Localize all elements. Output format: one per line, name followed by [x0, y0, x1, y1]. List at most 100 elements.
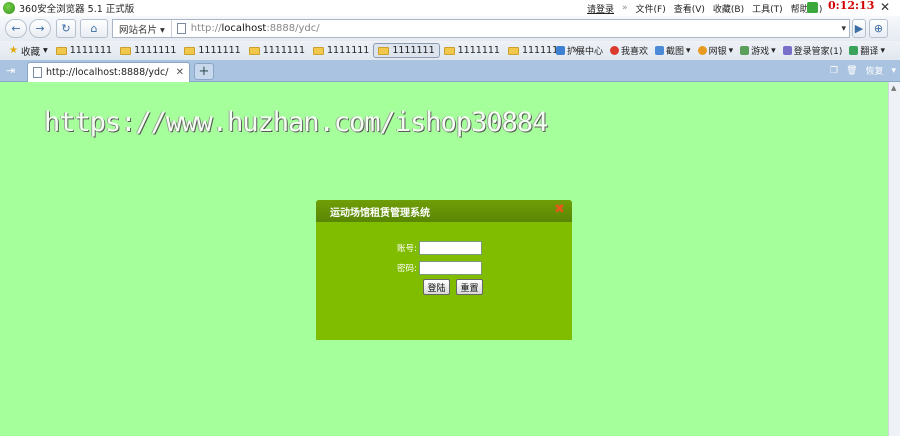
dialog-title: 运动场馆租赁管理系统 — [330, 207, 430, 219]
chevron-down-icon: ▾ — [686, 45, 691, 56]
skin-shirt-icon[interactable] — [807, 2, 818, 13]
address-bar[interactable]: 网站名片 ▾ http://localhost:8888/ydc/ ▾ — [112, 19, 850, 38]
navigation-bar: ← → ↻ ⌂ 网站名片 ▾ http://localhost:8888/ydc… — [0, 16, 900, 41]
bookmark-item[interactable]: 1111111 — [245, 44, 309, 57]
page-icon — [176, 23, 186, 34]
folder-icon — [313, 46, 325, 55]
chevron-down-icon[interactable]: ▾ — [892, 66, 897, 76]
back-button[interactable]: ← — [5, 19, 27, 38]
tab-title: http://localhost:8888/ydc/ — [46, 67, 169, 78]
chevron-down-icon: ▾ — [42, 45, 48, 56]
bookmark-item-active[interactable]: 1111111 — [373, 43, 440, 58]
go-button[interactable]: ▶ — [852, 19, 866, 38]
login-link[interactable]: 请登录 — [587, 2, 614, 15]
reset-button[interactable]: 重置 — [456, 279, 483, 295]
trash-icon[interactable]: 🗑 — [846, 66, 857, 76]
scissors-icon — [655, 46, 665, 55]
login-manager-label: 登录管家(1) — [793, 47, 843, 57]
title-bar: 360安全浏览器 5.1 正式版 请登录 » 文件(F) 查看(V) 收藏(B)… — [0, 0, 900, 16]
bookmark-item[interactable]: 1111111 — [309, 44, 373, 57]
bookmark-label: 1111111 — [69, 45, 113, 56]
tab-bar-tools: ❐ 🗑 恢复 ▾ — [830, 64, 897, 78]
menu-more-icon[interactable]: » — [622, 3, 628, 13]
bookmark-label: 1111111 — [457, 45, 500, 56]
window-title: 360安全浏览器 5.1 正式版 — [19, 4, 135, 15]
folder-icon — [378, 46, 390, 55]
watermark-text: https://www.huzhan.com/ishop30884 — [44, 107, 548, 138]
bookmark-item[interactable]: 1111111 — [180, 44, 244, 57]
menu-view[interactable]: 查看(V) — [674, 2, 705, 15]
forward-button[interactable]: → — [29, 19, 51, 38]
url-dropdown-icon[interactable]: ▾ — [841, 24, 846, 34]
url-host: localhost — [221, 23, 267, 34]
chevron-down-icon: ▾ — [771, 45, 776, 56]
online-banking-button[interactable]: 网银 ▾ — [697, 44, 734, 57]
chevron-down-icon: ▾ — [728, 45, 734, 56]
login-manager-button[interactable]: 登录管家(1) — [782, 44, 843, 57]
password-row: 密码: — [397, 261, 482, 275]
home-button[interactable]: ⌂ — [80, 19, 108, 38]
login-dialog-header: 运动场馆租赁管理系统 ✖ — [316, 200, 572, 222]
bookmark-item[interactable]: 1111111 — [52, 44, 116, 57]
bookmark-label: 1111111 — [327, 45, 370, 56]
bookmark-label: 1111111 — [198, 45, 241, 56]
url-path: :8888/ydc/ — [266, 23, 320, 34]
bookmark-label: 1111111 — [392, 45, 435, 56]
window-restore-icon[interactable]: ❐ — [830, 66, 838, 76]
menu-tools[interactable]: 工具(T) — [752, 2, 783, 15]
close-window-button[interactable]: ✕ — [880, 0, 890, 14]
tab-localhost[interactable]: http://localhost:8888/ydc/ ✕ — [27, 62, 190, 82]
menu-favorites[interactable]: 收藏(B) — [713, 2, 744, 15]
menu-file[interactable]: 文件(F) — [636, 2, 666, 15]
scroll-up-icon[interactable]: ▲ — [891, 84, 896, 92]
bookmark-item[interactable]: 1111111 — [116, 44, 180, 57]
clock-overlay: 0:12:13 — [828, 0, 875, 12]
key-icon — [782, 46, 792, 55]
games-button[interactable]: 游戏 ▾ — [740, 44, 776, 57]
favorites-label: 收藏 — [20, 46, 40, 58]
folder-icon — [443, 46, 455, 55]
bookmark-item[interactable]: 1111111 — [440, 44, 504, 57]
like-button[interactable]: 我喜欢 — [610, 44, 648, 57]
vertical-scrollbar[interactable]: ▲ — [888, 82, 900, 436]
folder-icon — [507, 46, 519, 55]
password-input[interactable] — [418, 261, 482, 275]
menu-bar: 请登录 » 文件(F) 查看(V) 收藏(B) 工具(T) 帮助(H) — [587, 0, 822, 16]
new-tab-button[interactable]: + — [194, 63, 214, 80]
screenshot-button[interactable]: 截图 ▾ — [655, 44, 691, 57]
tab-close-icon[interactable]: ✕ — [176, 67, 184, 78]
extension-center-button[interactable]: 扩展中心 — [556, 44, 603, 57]
extension-center-label: 扩展中心 — [567, 47, 604, 57]
login-dialog: 运动场馆租赁管理系统 ✖ 账号: 密码: 登陆 重置 — [316, 200, 572, 340]
favorites-menu[interactable]: ★ 收藏 ▾ — [5, 43, 52, 59]
heart-icon — [610, 46, 620, 55]
dialog-close-icon[interactable]: ✖ — [554, 203, 566, 216]
puzzle-icon — [556, 46, 565, 55]
security-shield-icon[interactable]: ⊕ — [869, 19, 888, 38]
sidebar-toggle-icon[interactable]: ⇥ — [6, 64, 15, 77]
account-input[interactable] — [418, 241, 482, 255]
translate-icon — [849, 46, 859, 55]
url-prefix: http:// — [190, 23, 222, 34]
browser-logo-icon — [3, 2, 15, 14]
folder-icon — [120, 46, 132, 55]
screenshot-label: 截图 — [666, 47, 685, 57]
refresh-button[interactable]: ↻ — [56, 19, 76, 38]
chevron-down-icon: ▾ — [880, 45, 885, 56]
translate-button[interactable]: 翻译 ▾ — [849, 44, 885, 57]
login-button[interactable]: 登陆 — [423, 279, 450, 295]
tab-bar: ⇥ http://localhost:8888/ydc/ ✕ + ❐ 🗑 恢复 … — [0, 60, 900, 82]
password-label: 密码: — [397, 264, 417, 274]
page-icon — [33, 67, 42, 78]
folder-icon — [55, 46, 67, 55]
url-text[interactable]: http://localhost:8888/ydc/ — [191, 23, 320, 34]
restore-label[interactable]: 恢复 — [866, 64, 884, 77]
toolbar-extensions: 扩展中心 我喜欢 截图 ▾ 网银 ▾ 游戏 ▾ 登录管家(1) 翻译 ▾ — [556, 41, 885, 60]
game-icon — [740, 46, 750, 55]
star-icon: ★ — [9, 45, 18, 56]
site-card-dropdown[interactable]: 网站名片 ▾ — [113, 20, 172, 37]
bank-icon — [697, 46, 707, 55]
translate-label: 翻译 — [860, 47, 879, 57]
online-banking-label: 网银 — [708, 47, 727, 57]
bookmarks-bar: ★ 收藏 ▾ 1111111 1111111 1111111 1111111 1… — [0, 41, 900, 60]
